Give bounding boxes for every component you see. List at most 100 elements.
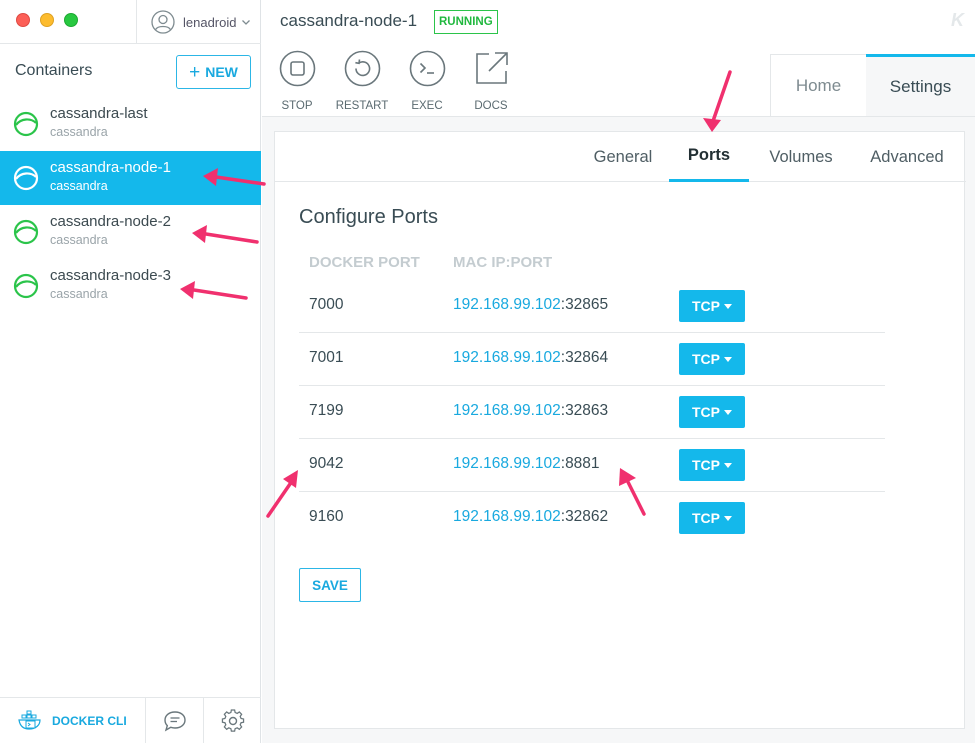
feedback-button[interactable]: [146, 698, 204, 743]
save-button[interactable]: SAVE: [299, 568, 361, 602]
docker-port: 7199: [309, 402, 344, 419]
caret-down-icon: [724, 462, 732, 468]
section-title: Configure Ports: [299, 206, 438, 228]
port-row: 7001 192.168.99.102:32864 TCP: [299, 333, 885, 386]
protocol-dropdown[interactable]: TCP: [679, 343, 745, 375]
stop-button[interactable]: STOP: [265, 50, 329, 112]
docs-label: DOCS: [474, 100, 508, 112]
mac-port: 8881: [565, 455, 600, 472]
sidebar-footer: DOCKER CLI: [0, 697, 261, 743]
plus-icon: +: [189, 61, 201, 83]
tab-volumes[interactable]: Volumes: [753, 132, 849, 182]
mac-port: 32865: [565, 296, 609, 313]
new-container-button[interactable]: + NEW: [176, 55, 251, 89]
container-name: cassandra-node-2: [50, 213, 171, 230]
caret-down-icon: [724, 303, 732, 309]
container-list: cassandra-last cassandra cassandra-node-…: [0, 97, 261, 313]
running-status-icon: [13, 219, 39, 245]
restart-label: RESTART: [335, 100, 389, 112]
protocol-dropdown[interactable]: TCP: [679, 290, 745, 322]
container-item-cassandra-node-3[interactable]: cassandra-node-3 cassandra: [0, 259, 261, 313]
protocol-label: TCP: [692, 298, 720, 314]
mac-port: 32864: [565, 349, 609, 366]
caret-down-icon: [724, 409, 732, 415]
restart-icon: [344, 50, 380, 87]
mac-ip-link[interactable]: 192.168.99.102: [453, 349, 561, 366]
mac-ip-port: 192.168.99.102:8881: [453, 455, 600, 473]
view-tabs: Home Settings: [770, 54, 975, 116]
mac-ip-port-header: MAC IP:PORT: [453, 254, 553, 271]
kitematic-window: lenadroid Containers + NEW cassandra-las…: [0, 0, 975, 743]
stop-label: STOP: [281, 100, 313, 112]
new-button-label: NEW: [205, 64, 238, 80]
protocol-dropdown[interactable]: TCP: [679, 396, 745, 428]
container-item-cassandra-node-2[interactable]: cassandra-node-2 cassandra: [0, 205, 261, 259]
mac-ip-port: 192.168.99.102:32863: [453, 402, 608, 420]
container-name: cassandra-node-3: [50, 267, 171, 284]
container-name: cassandra-last: [50, 105, 148, 122]
container-image: cassandra: [50, 125, 108, 139]
mac-ip-link[interactable]: 192.168.99.102: [453, 296, 561, 313]
port-row: 9042 192.168.99.102:8881 TCP: [299, 439, 885, 492]
container-title: cassandra-node-1: [280, 11, 418, 30]
tab-ports[interactable]: Ports: [669, 132, 749, 182]
protocol-label: TCP: [692, 457, 720, 473]
docker-port-header: DOCKER PORT: [309, 254, 420, 271]
stop-icon: [279, 50, 315, 87]
tab-settings[interactable]: Settings: [866, 54, 975, 116]
exec-button[interactable]: EXEC: [395, 50, 459, 112]
chevron-down-icon: [241, 20, 250, 25]
caret-down-icon: [724, 356, 732, 362]
mac-ip-link[interactable]: 192.168.99.102: [453, 402, 561, 419]
mac-ip-port: 192.168.99.102:32862: [453, 508, 608, 526]
user-name: lenadroid: [183, 14, 237, 30]
docker-port: 7000: [309, 296, 344, 313]
settings-area: General Ports Volumes Advanced Configure…: [262, 116, 975, 743]
mac-ip-port: 192.168.99.102:32865: [453, 296, 608, 314]
mac-ip-link[interactable]: 192.168.99.102: [453, 455, 561, 472]
port-row: 9160 192.168.99.102:32862 TCP: [299, 492, 885, 545]
container-item-cassandra-last[interactable]: cassandra-last cassandra: [0, 97, 261, 151]
running-status-icon: [13, 165, 39, 191]
docker-cli-button[interactable]: DOCKER CLI: [0, 698, 146, 743]
running-status-icon: [13, 111, 39, 137]
container-image: cassandra: [50, 287, 108, 301]
close-window-button[interactable]: [16, 13, 30, 27]
window-titlebar: lenadroid: [0, 0, 261, 44]
caret-down-icon: [724, 515, 732, 521]
protocol-dropdown[interactable]: TCP: [679, 449, 745, 481]
docker-cli-label: DOCKER CLI: [52, 714, 127, 728]
containers-title: Containers: [15, 62, 93, 79]
port-row: 7199 192.168.99.102:32863 TCP: [299, 386, 885, 439]
docker-port: 7001: [309, 349, 344, 366]
minimize-window-button[interactable]: [40, 13, 54, 27]
container-image: cassandra: [50, 179, 108, 193]
status-badge: RUNNING: [434, 10, 498, 34]
tab-home[interactable]: Home: [770, 54, 866, 116]
preferences-button[interactable]: [204, 698, 261, 743]
tab-general[interactable]: General: [581, 132, 665, 182]
protocol-dropdown[interactable]: TCP: [679, 502, 745, 534]
zoom-window-button[interactable]: [64, 13, 78, 27]
gear-icon: [221, 709, 244, 732]
protocol-label: TCP: [692, 510, 720, 526]
user-menu[interactable]: lenadroid: [136, 0, 261, 44]
protocol-label: TCP: [692, 351, 720, 367]
docs-button[interactable]: DOCS: [459, 50, 523, 112]
container-image: cassandra: [50, 233, 108, 247]
chat-icon: [163, 711, 186, 732]
protocol-label: TCP: [692, 404, 720, 420]
docker-cli-icon: [18, 710, 41, 730]
exec-label: EXEC: [411, 100, 443, 112]
container-name: cassandra-node-1: [50, 159, 171, 176]
settings-subtabs: General Ports Volumes Advanced: [275, 132, 966, 182]
tab-advanced[interactable]: Advanced: [853, 132, 961, 182]
containers-header: Containers + NEW: [0, 44, 261, 96]
kitematic-logo: K: [951, 10, 964, 30]
container-item-cassandra-node-1[interactable]: cassandra-node-1 cassandra: [0, 151, 261, 205]
mac-ip-port: 192.168.99.102:32864: [453, 349, 608, 367]
external-link-icon: [475, 52, 508, 84]
restart-button[interactable]: RESTART: [330, 50, 394, 112]
mac-ip-link[interactable]: 192.168.99.102: [453, 508, 561, 525]
docker-port: 9042: [309, 455, 344, 472]
